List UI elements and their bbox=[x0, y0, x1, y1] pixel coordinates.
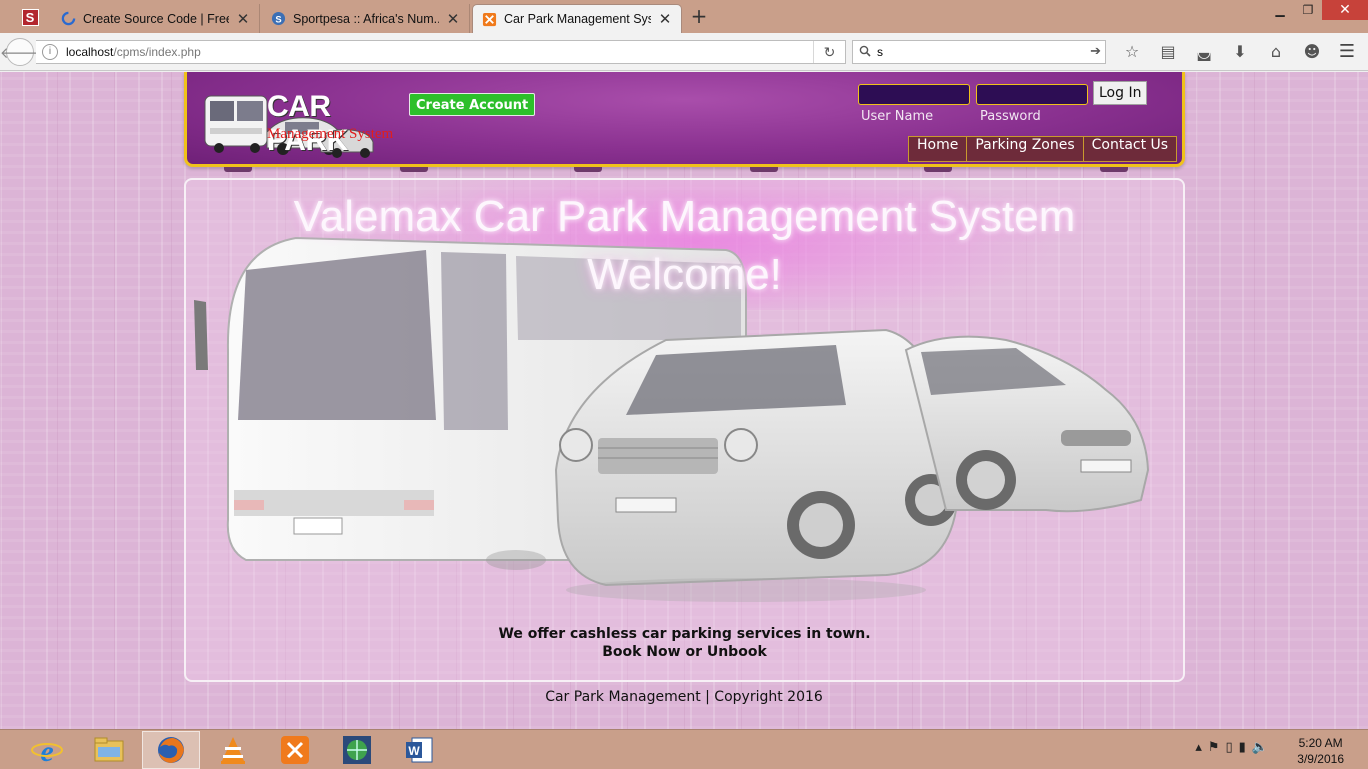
pocket-icon[interactable]: ◛ bbox=[1186, 41, 1222, 63]
hero-cta: Book Now or Unbook bbox=[602, 644, 767, 660]
pinned-tab-favicon-icon: S bbox=[21, 8, 39, 26]
xampp-icon[interactable] bbox=[266, 731, 324, 769]
window-controls: ▁ ❐ ✕ bbox=[1266, 0, 1368, 22]
tab-close-icon[interactable]: ✕ bbox=[235, 10, 251, 28]
tray-expand-icon[interactable]: ▴ bbox=[1195, 740, 1202, 755]
svg-text:S: S bbox=[275, 14, 281, 24]
password-label: Password bbox=[980, 109, 1041, 124]
browser-nav-bar: 🡐 i localhost /cpms/index.php ↻ s ➔ ☆ ▤ … bbox=[0, 33, 1368, 71]
tab-title: Create Source Code | Free ... bbox=[83, 11, 229, 26]
search-go-arrow-icon[interactable]: ➔ bbox=[1090, 43, 1101, 59]
back-arrow-icon[interactable]: 🡐 bbox=[0, 38, 40, 66]
clock-time: 5:20 AM bbox=[1298, 736, 1343, 750]
nav-parking-zones[interactable]: Parking Zones bbox=[967, 136, 1084, 162]
browser-tab-car-park[interactable]: Car Park Management Sys... ✕ bbox=[472, 4, 682, 33]
browser-tab-strip: S Create Source Code | Free ... ✕ S Spor… bbox=[0, 0, 1368, 33]
hello-smiley-icon[interactable]: ☻ bbox=[1294, 41, 1330, 63]
home-icon[interactable]: ⌂ bbox=[1258, 41, 1294, 63]
hero-panel: Valemax Car Park Management System Welco… bbox=[184, 178, 1185, 682]
hero-title: Valemax Car Park Management System bbox=[293, 192, 1076, 241]
tab-title: Car Park Management Sys... bbox=[504, 12, 651, 26]
browser-tab-create-source-code[interactable]: Create Source Code | Free ... ✕ bbox=[52, 4, 260, 33]
firefox-taskbar-icon[interactable] bbox=[142, 731, 200, 769]
create-account-button[interactable]: Create Account bbox=[409, 93, 536, 116]
signal-icon[interactable]: ▮ bbox=[1239, 740, 1246, 755]
tab-close-icon[interactable]: ✕ bbox=[445, 10, 461, 28]
site-logo[interactable]: CAR PARK Management System bbox=[201, 82, 401, 160]
nav-contact-us[interactable]: Contact Us bbox=[1083, 136, 1178, 162]
windows-taskbar: e W ▴ ⚑ ▯ ▮ 🔈 5:20 AM 3/9/2016 bbox=[0, 729, 1368, 769]
network-globe-icon[interactable] bbox=[328, 731, 386, 769]
hero-tagline: We offer cashless car parking services i… bbox=[498, 626, 871, 642]
site-header: CAR PARK Management System Create Accoun… bbox=[184, 72, 1185, 167]
clock-date: 3/9/2016 bbox=[1297, 752, 1344, 766]
minimize-icon[interactable]: ▁ bbox=[1266, 0, 1294, 20]
window-close-icon[interactable]: ✕ bbox=[1322, 0, 1368, 20]
restore-icon[interactable]: ❐ bbox=[1294, 0, 1322, 20]
search-bar[interactable]: s ➔ bbox=[852, 40, 1106, 64]
nav-home[interactable]: Home bbox=[908, 136, 968, 162]
browser-tab-sportpesa[interactable]: S Sportpesa :: Africa's Num... ✕ bbox=[262, 4, 470, 33]
download-arrow-icon[interactable]: ⬇ bbox=[1222, 41, 1258, 63]
sourcecode-favicon-icon bbox=[60, 11, 76, 27]
action-center-flag-icon[interactable]: ⚑ bbox=[1208, 740, 1220, 755]
taskbar-clock[interactable]: 5:20 AM 3/9/2016 bbox=[1297, 735, 1344, 767]
reload-icon[interactable]: ↻ bbox=[813, 41, 845, 63]
password-input[interactable] bbox=[976, 84, 1088, 105]
xampp-favicon-icon bbox=[481, 11, 497, 27]
main-nav: Home Parking Zones Contact Us bbox=[908, 136, 1178, 162]
reading-list-icon[interactable]: ▤ bbox=[1150, 41, 1186, 63]
volume-icon[interactable]: 🔈 bbox=[1252, 740, 1268, 755]
new-tab-icon[interactable]: + bbox=[688, 5, 710, 27]
tab-title: Sportpesa :: Africa's Num... bbox=[293, 11, 439, 26]
search-icon bbox=[859, 45, 871, 60]
hero-welcome: Welcome! bbox=[587, 250, 782, 299]
sportpesa-favicon-icon: S bbox=[270, 11, 286, 27]
system-tray: ▴ ⚑ ▯ ▮ 🔈 bbox=[1195, 740, 1268, 755]
vlc-icon[interactable] bbox=[204, 731, 262, 769]
bookmark-star-icon[interactable]: ☆ bbox=[1114, 41, 1150, 63]
url-path: /cpms/index.php bbox=[113, 45, 201, 59]
tab-close-icon[interactable]: ✕ bbox=[657, 10, 673, 28]
search-input-value: s bbox=[877, 45, 883, 59]
pinned-tab[interactable]: S bbox=[14, 4, 46, 30]
word-icon[interactable]: W bbox=[390, 731, 448, 769]
login-button[interactable]: Log In bbox=[1093, 81, 1148, 105]
header-decoration bbox=[224, 167, 1144, 173]
url-bar[interactable]: i localhost /cpms/index.php ↻ bbox=[36, 40, 846, 64]
power-icon[interactable]: ▯ bbox=[1226, 740, 1233, 755]
url-host: localhost bbox=[66, 45, 114, 59]
site-footer: Car Park Management | Copyright 2016 bbox=[545, 689, 823, 705]
username-input[interactable] bbox=[858, 84, 970, 105]
internet-explorer-icon[interactable]: e bbox=[18, 731, 76, 769]
page-viewport: CAR PARK Management System Create Accoun… bbox=[0, 72, 1368, 729]
svg-text:W: W bbox=[408, 744, 420, 758]
username-label: User Name bbox=[861, 109, 934, 124]
file-explorer-icon[interactable] bbox=[80, 731, 138, 769]
svg-text:e: e bbox=[40, 735, 53, 766]
logo-title: CAR PARK bbox=[267, 90, 348, 157]
browser-toolbar-icons: ☆ ▤ ◛ ⬇ ⌂ ☻ bbox=[1114, 41, 1330, 63]
hamburger-menu-icon[interactable]: ☰ bbox=[1336, 41, 1358, 63]
site-info-icon[interactable]: i bbox=[42, 44, 58, 60]
logo-subtitle: Management System bbox=[267, 126, 394, 142]
